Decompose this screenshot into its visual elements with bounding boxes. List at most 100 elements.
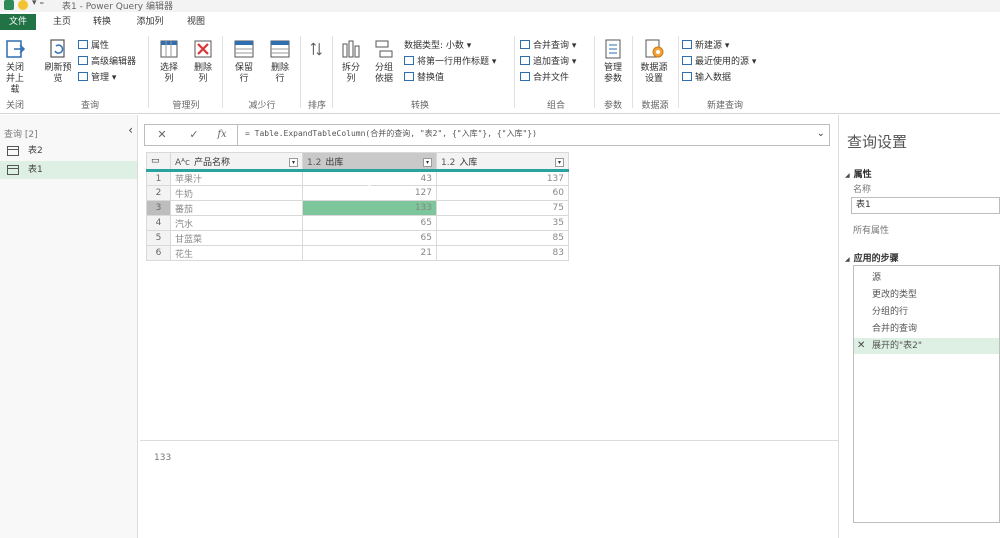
- new-source-icon: [682, 40, 692, 49]
- cell-product[interactable]: 花生: [170, 245, 303, 261]
- remove-rows-button[interactable]: 删除行: [264, 38, 296, 85]
- column-filter-icon[interactable]: ▾: [555, 157, 564, 167]
- cell-in[interactable]: 75: [436, 200, 569, 216]
- recent-sources-icon: [682, 56, 692, 65]
- tab-add-column[interactable]: 添加列: [132, 14, 168, 30]
- ribbon: 关闭并上载 刷新预览 属性 高级编辑器 管理 ▾ 选择列 删除列 保留行 删除行: [0, 30, 1000, 114]
- cell-in[interactable]: 85: [436, 230, 569, 246]
- query-item-table2[interactable]: 表2: [0, 142, 137, 160]
- table-row[interactable]: 4 汽水 65 35: [146, 215, 569, 231]
- collapse-pane-icon[interactable]: ‹: [128, 123, 133, 137]
- cell-product[interactable]: 苹果汁: [170, 170, 303, 186]
- table-row[interactable]: 2 牛奶 127 60: [146, 185, 569, 201]
- append-icon: [520, 56, 530, 65]
- row-number[interactable]: 1: [146, 170, 171, 186]
- properties-icon: [78, 40, 88, 49]
- cell-out[interactable]: 65: [302, 230, 437, 246]
- row-number[interactable]: 4: [146, 215, 171, 231]
- data-source-settings-button[interactable]: 数据源设置: [636, 38, 672, 85]
- name-label: 名称: [853, 185, 872, 195]
- new-source-button[interactable]: 新建源 ▾: [682, 40, 729, 52]
- cell-in[interactable]: 60: [436, 185, 569, 201]
- replace-values-button[interactable]: 替换值: [404, 72, 444, 84]
- column-header-product[interactable]: Aᴬᴄ 产品名称 ▾: [170, 152, 303, 172]
- cell-in[interactable]: 137: [436, 170, 569, 186]
- properties-button[interactable]: 属性: [78, 40, 109, 52]
- applied-steps-header[interactable]: 应用的步骤: [845, 251, 899, 264]
- applied-step[interactable]: 源: [854, 270, 999, 286]
- advanced-editor-button[interactable]: 高级编辑器: [78, 56, 136, 68]
- merge-queries-button[interactable]: 合并查询 ▾: [520, 40, 576, 52]
- manage-button[interactable]: 管理 ▾: [78, 72, 116, 84]
- choose-columns-button[interactable]: 选择列: [154, 38, 184, 85]
- properties-section-header[interactable]: 属性: [845, 167, 872, 180]
- row-number[interactable]: 5: [146, 230, 171, 246]
- cell-in[interactable]: 35: [436, 215, 569, 231]
- cell-in[interactable]: 83: [436, 245, 569, 261]
- column-header-out[interactable]: 1.2 出库 ▾: [302, 152, 437, 172]
- tab-transform[interactable]: 转换: [90, 14, 114, 30]
- chevron-down-icon[interactable]: ⌄: [817, 128, 825, 139]
- quick-access-dots[interactable]: ▾ ₌: [32, 0, 44, 8]
- applied-step[interactable]: 分组的行: [854, 304, 999, 320]
- cell-product[interactable]: 牛奶: [170, 185, 303, 201]
- cancel-formula-icon[interactable]: ✕: [151, 127, 173, 143]
- tab-file[interactable]: 文件: [0, 14, 36, 30]
- data-type-dropdown[interactable]: 数据类型: 小数 ▾: [404, 40, 471, 52]
- cell-out[interactable]: 65: [302, 215, 437, 231]
- refresh-preview-button[interactable]: 刷新预览: [42, 38, 74, 85]
- column-filter-icon[interactable]: ▾: [289, 157, 298, 167]
- table-row[interactable]: 5 甘蓝菜 65 85: [146, 230, 569, 246]
- applied-step[interactable]: 合并的查询: [854, 321, 999, 337]
- ribbon-divider: [514, 36, 515, 108]
- split-column-icon: [342, 40, 360, 58]
- fx-icon[interactable]: fx: [211, 127, 233, 143]
- applied-step[interactable]: 更改的类型: [854, 287, 999, 303]
- applied-step[interactable]: ✕ 展开的"表2": [854, 338, 999, 354]
- group-by-button[interactable]: 分组依据: [368, 38, 400, 85]
- cell-product[interactable]: 蕃茄: [170, 200, 303, 216]
- queries-pane: 查询 [2] ‹ 表2 表1: [0, 115, 138, 538]
- confirm-formula-icon[interactable]: ✓: [183, 127, 205, 143]
- query-name-input[interactable]: 表1: [851, 197, 1000, 214]
- split-column-button[interactable]: 拆分列: [336, 38, 366, 85]
- cell-product[interactable]: 甘蓝菜: [170, 230, 303, 246]
- delete-step-icon[interactable]: ✕: [857, 338, 865, 354]
- feedback-smiley-icon[interactable]: [18, 0, 28, 10]
- close-upload-button[interactable]: 关闭并上载: [0, 38, 30, 96]
- keep-rows-button[interactable]: 保留行: [228, 38, 260, 85]
- formula-divider: [237, 125, 238, 145]
- all-properties-link[interactable]: 所有属性: [853, 223, 889, 236]
- group-label-new-query: 新建查询: [706, 101, 743, 111]
- tab-home[interactable]: 主页: [50, 14, 74, 30]
- recent-sources-button[interactable]: 最近使用的源 ▾: [682, 56, 756, 68]
- row-number[interactable]: 3: [146, 200, 171, 216]
- column-filter-icon[interactable]: ▾: [423, 157, 432, 167]
- gear-icon: [645, 39, 664, 58]
- preview-value: 133: [154, 453, 172, 463]
- cell-out[interactable]: 21: [302, 245, 437, 261]
- enter-data-button[interactable]: 输入数据: [682, 72, 731, 84]
- combine-files-button[interactable]: 合并文件: [520, 72, 569, 84]
- formula-input[interactable]: = Table.ExpandTableColumn(合并的查询, "表2", {…: [245, 128, 537, 139]
- table-row[interactable]: 3 蕃茄 133 75: [146, 200, 569, 216]
- tab-view[interactable]: 视图: [184, 14, 208, 30]
- table-row[interactable]: 1 苹果汁 43 137: [146, 170, 569, 186]
- row-number[interactable]: 6: [146, 245, 171, 261]
- queries-header: 查询 [2]: [4, 130, 38, 140]
- row-number[interactable]: 2: [146, 185, 171, 201]
- group-label-combine: 组合: [546, 101, 565, 111]
- column-header-in[interactable]: 1.2 入库 ▾: [436, 152, 569, 172]
- append-queries-button[interactable]: 追加查询 ▾: [520, 56, 576, 68]
- sort-button[interactable]: [306, 38, 328, 63]
- use-first-row-header-button[interactable]: 将第一行用作标题 ▾: [404, 56, 496, 68]
- ribbon-divider: [300, 36, 301, 108]
- cell-product[interactable]: 汽水: [170, 215, 303, 231]
- cell-out[interactable]: 133: [302, 200, 437, 216]
- manage-parameters-button[interactable]: 管理参数: [598, 38, 628, 85]
- grid-corner-menu[interactable]: ▭: [146, 152, 171, 172]
- query-item-table1[interactable]: 表1: [0, 161, 137, 179]
- power-query-editor: ▾ ₌ 表1 - Power Query 编辑器 文件 主页 转换 添加列 视图…: [0, 0, 1000, 538]
- table-row[interactable]: 6 花生 21 83: [146, 245, 569, 261]
- remove-columns-button[interactable]: 删除列: [188, 38, 218, 85]
